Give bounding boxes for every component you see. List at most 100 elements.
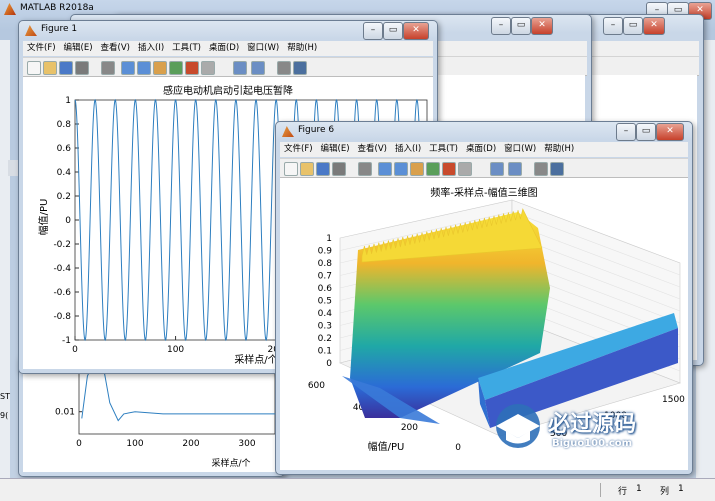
pointer-icon[interactable]	[101, 61, 115, 75]
pan-icon[interactable]	[410, 162, 424, 176]
panel-label: ST	[0, 392, 10, 401]
fig1-maximize-button[interactable]: ▭	[383, 22, 403, 40]
fig6-ztick-label: 0.7	[318, 272, 332, 282]
fig1-ytick-label: 0	[65, 216, 71, 226]
watermark-text: 必过源码	[548, 412, 637, 437]
fig1-xlabel: 采样点/个	[234, 353, 277, 366]
menu-desktop[interactable]: 桌面(D)	[462, 142, 500, 157]
fig1-ytick-label: -0.8	[53, 312, 71, 322]
menu-file[interactable]: 文件(F)	[23, 41, 60, 56]
menu-window[interactable]: 窗口(W)	[243, 41, 283, 56]
datatip-icon[interactable]	[442, 162, 456, 176]
save-icon[interactable]	[316, 162, 330, 176]
new-icon[interactable]	[27, 61, 41, 75]
menu-tools[interactable]: 工具(T)	[168, 41, 205, 56]
menu-file[interactable]: 文件(F)	[280, 142, 317, 157]
new-icon[interactable]	[284, 162, 298, 176]
fig6-ztick-label: 0.6	[318, 284, 333, 294]
menu-tools[interactable]: 工具(T)	[425, 142, 462, 157]
rotate-icon[interactable]	[169, 61, 183, 75]
colorbar-icon[interactable]	[508, 162, 522, 176]
fig1-ytick-label: -1	[62, 336, 71, 346]
col-label: 列	[660, 487, 670, 497]
fig6-ztick-label: 0.1	[318, 347, 332, 357]
link-icon[interactable]	[233, 61, 247, 75]
fig1-ytick-label: 0.6	[57, 144, 72, 154]
zoom-in-icon[interactable]	[121, 61, 135, 75]
fig1-ytick-label: 0.4	[57, 168, 72, 178]
fig6-ztick-label: 0.3	[318, 322, 332, 332]
fig6-ztick-label: 0.9	[318, 247, 333, 257]
menu-view[interactable]: 查看(V)	[354, 142, 391, 157]
behind-xtick-label: 0	[76, 439, 82, 449]
figure-icon	[25, 25, 37, 36]
status-bar: 行 1 列 1	[0, 478, 715, 501]
fig6-ztick-label: 0	[326, 359, 332, 369]
fig6-toolbar	[280, 158, 688, 178]
fig6-menubar: 文件(F) 编辑(E) 查看(V) 插入(I) 工具(T) 桌面(D) 窗口(W) 帮助(H)	[280, 142, 688, 157]
fig6-minimize-button[interactable]: –	[616, 123, 636, 141]
zoom-out-icon[interactable]	[394, 162, 408, 176]
menu-edit[interactable]: 编辑(E)	[60, 41, 97, 56]
menu-insert[interactable]: 插入(I)	[134, 41, 168, 56]
zoom-out-icon[interactable]	[137, 61, 151, 75]
fig1-minimize-button[interactable]: –	[363, 22, 383, 40]
fig6-close-button[interactable]: ✕	[656, 123, 684, 141]
fig6-ztick-label: 0.5	[318, 297, 332, 307]
col-value: 1	[678, 484, 684, 494]
menu-help[interactable]: 帮助(H)	[540, 142, 578, 157]
fig6-xtick-label: 200	[401, 423, 418, 433]
link-icon[interactable]	[490, 162, 504, 176]
fig6-maximize-button[interactable]: ▭	[636, 123, 656, 141]
fig6-ztick-label: 1	[326, 234, 332, 244]
colorbar-icon[interactable]	[251, 61, 265, 75]
menu-desktop[interactable]: 桌面(D)	[205, 41, 243, 56]
behind-xtick-label: 200	[182, 439, 199, 449]
menu-view[interactable]: 查看(V)	[97, 41, 134, 56]
brush-icon[interactable]	[458, 162, 472, 176]
figure1-title: Figure 1	[41, 24, 78, 34]
legend-icon[interactable]	[534, 162, 548, 176]
fig1-chart-title: 感应电动机启动引起电压暂降	[163, 84, 293, 97]
fig6-chart-title: 频率-采样点-幅值三维图	[430, 186, 537, 199]
zoom-in-icon[interactable]	[378, 162, 392, 176]
behind-ytick-label: 0.01	[55, 408, 75, 418]
watermark-logo: 必过源码 Biguo100.com	[478, 400, 683, 462]
fig6-ztick-label: 0.4	[318, 309, 333, 319]
fig6-xtick-label: 600	[308, 381, 325, 391]
open-icon[interactable]	[43, 61, 57, 75]
fig1-ytick-label: -0.4	[53, 264, 71, 274]
fig1-ytick-label: -0.2	[53, 240, 71, 250]
fig1-xtick-label: 100	[167, 345, 184, 355]
save-icon[interactable]	[59, 61, 73, 75]
print-icon[interactable]	[332, 162, 346, 176]
pointer-icon[interactable]	[358, 162, 372, 176]
fig6-xlabel: 幅值/PU	[368, 440, 405, 453]
plottools-icon[interactable]	[293, 61, 307, 75]
brush-icon[interactable]	[201, 61, 215, 75]
fig6-ztick-label: 0.8	[318, 259, 333, 269]
fig1-ytick-label: 0.2	[57, 192, 71, 202]
fig1-ytick-label: 0.8	[57, 120, 72, 130]
plottools-icon[interactable]	[550, 162, 564, 176]
fig6-xtick-label: 0	[455, 443, 461, 453]
fig1-close-button[interactable]: ✕	[403, 22, 429, 40]
fig1-xtick-label: 0	[72, 345, 78, 355]
rotate-icon[interactable]	[426, 162, 440, 176]
fig1-ytick-label: -0.6	[53, 288, 71, 298]
print-icon[interactable]	[75, 61, 89, 75]
pan-icon[interactable]	[153, 61, 167, 75]
fig1-ytick-label: 1	[65, 96, 71, 106]
legend-icon[interactable]	[277, 61, 291, 75]
row-label: 行	[618, 487, 628, 497]
menu-window[interactable]: 窗口(W)	[500, 142, 540, 157]
menu-insert[interactable]: 插入(I)	[391, 142, 425, 157]
app-title: MATLAB R2018a	[20, 3, 94, 13]
figure-icon	[282, 126, 294, 137]
datatip-icon[interactable]	[185, 61, 199, 75]
menu-help[interactable]: 帮助(H)	[283, 41, 321, 56]
behind-xtick-label: 300	[238, 439, 255, 449]
fig1-ylabel: 幅值/PU	[37, 199, 50, 236]
menu-edit[interactable]: 编辑(E)	[317, 142, 354, 157]
open-icon[interactable]	[300, 162, 314, 176]
